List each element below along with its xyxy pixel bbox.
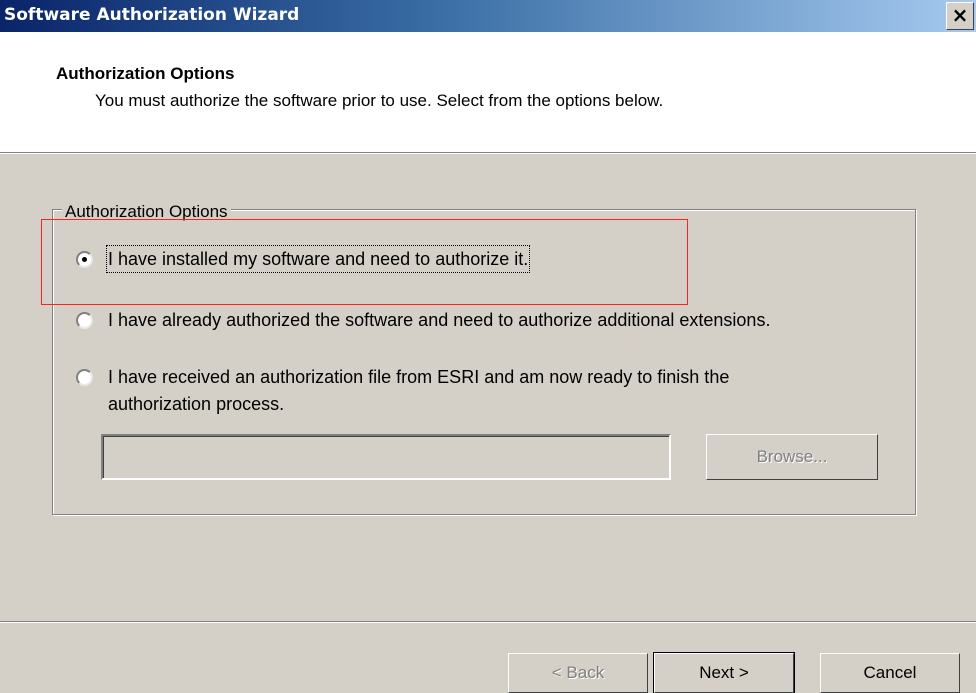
close-icon: × <box>951 3 969 27</box>
cancel-button[interactable]: Cancel <box>820 653 960 693</box>
selection-highlight-box <box>41 219 688 305</box>
next-label: Next > <box>699 663 749 682</box>
window-title: Software Authorization Wizard <box>4 5 300 25</box>
browse-button[interactable]: Browse... <box>706 434 878 480</box>
cancel-label: Cancel <box>863 663 917 682</box>
option-label-line2[interactable]: authorization process. <box>108 392 284 416</box>
header-divider <box>0 152 976 154</box>
title-bar: Software Authorization Wizard × <box>0 0 976 32</box>
browse-label: Browse... <box>756 447 828 466</box>
footer-divider <box>0 621 976 623</box>
back-label: < Back <box>551 663 605 682</box>
authorization-file-path-input[interactable] <box>101 434 671 480</box>
back-button[interactable]: < Back <box>508 653 648 693</box>
page-title: Authorization Options <box>56 64 235 83</box>
radio-button[interactable] <box>76 369 93 386</box>
close-button[interactable]: × <box>946 2 974 30</box>
page-subtitle: You must authorize the software prior to… <box>95 91 664 110</box>
option-label-line1[interactable]: I have received an authorization file fr… <box>108 365 729 389</box>
radio-button[interactable] <box>76 312 93 329</box>
next-button[interactable]: Next > <box>653 652 795 693</box>
option-label[interactable]: I have already authorized the software a… <box>108 308 770 332</box>
